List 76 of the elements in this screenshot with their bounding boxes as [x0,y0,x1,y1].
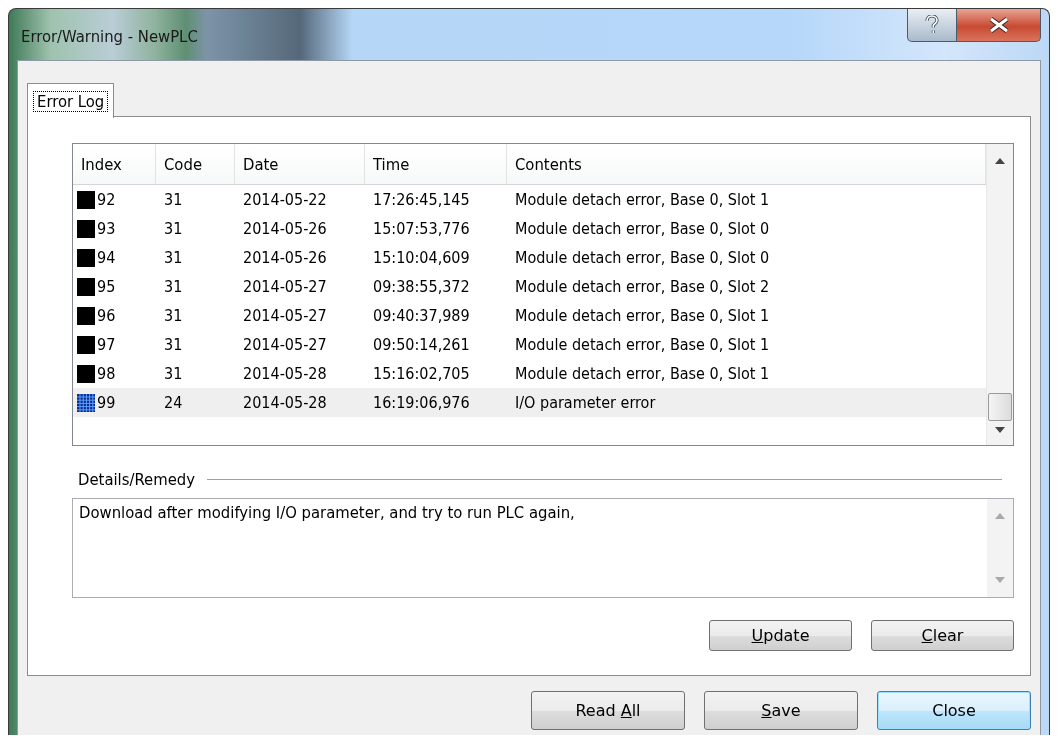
table-cell-text: 31 [163,277,184,296]
square-icon [77,364,95,383]
table-cell-text: 15:07:53,776 [372,219,471,238]
tab[interactable]: Error Log [27,83,115,118]
square-icon [77,277,95,296]
table-cell: 96 [97,306,116,325]
table-cell-text: 2014-05-28 [242,393,328,412]
table-cell: 99 [97,393,116,412]
grid-square-icon [77,393,95,412]
question-mark-icon [925,15,939,35]
clear-button[interactable]: Clear [871,620,1014,651]
table-cell-text: Module detach error, Base 0, Slot 1 [514,364,771,383]
table-cell-text: 2014-05-26 [242,219,328,238]
close-button[interactable] [957,9,1041,42]
table-cell-text: Module detach error, Base 0, Slot 1 [514,306,771,325]
table-cell-text: 09:50:14,261 [372,335,471,354]
save-button[interactable]: Save [704,691,858,730]
table-cell-text: 2014-05-27 [242,306,328,325]
log-row[interactable]: 94 31 2014-05-26 15:10:04,609 Module detach error, Base 0, Slot 0 [73,243,986,272]
table-cell-text: 2014-05-22 [242,190,328,209]
log-row[interactable]: 99 24 2014-05-28 16:19:06,976 I/O parameter error [73,388,986,417]
table-cell-text: Module detach error, Base 0, Slot 0 [514,248,771,267]
table-cell-text: 15:10:04,609 [372,248,471,267]
log-row[interactable]: 93 31 2014-05-26 15:07:53,776 Module detach error, Base 0, Slot 0 [73,214,986,243]
table-cell: 93 [97,219,116,238]
scroll-down-icon[interactable] [995,427,1005,433]
table-cell: 94 [97,248,116,267]
scroll-up-icon[interactable] [995,158,1005,164]
column-header[interactable]: Index [73,144,156,184]
table-cell: 92 [97,190,116,209]
table-cell-text: 2014-05-27 [242,277,328,296]
square-icon [77,335,95,354]
table-cell: 97 [97,335,116,354]
table-cell-text: Module detach error, Base 0, Slot 1 [514,190,771,209]
scroll-thumb[interactable] [988,393,1012,421]
table-cell-text: 31 [163,335,184,354]
log-row[interactable]: 95 31 2014-05-27 09:38:55,372 Module detach error, Base 0, Slot 2 [73,272,986,301]
close-dialog-button[interactable]: Close [877,691,1031,730]
log-row[interactable]: 92 31 2014-05-22 17:26:45,145 Module detach error, Base 0, Slot 1 [73,185,986,214]
table-cell-text: 09:38:55,372 [372,277,471,296]
table-cell-text: 31 [163,248,184,267]
log-row[interactable]: 96 31 2014-05-27 09:40:37,989 Module detach error, Base 0, Slot 1 [73,301,986,330]
close-icon [987,17,1010,33]
column-header[interactable]: Time [365,144,507,184]
table-cell-text: 31 [163,219,184,238]
log-row[interactable]: 97 31 2014-05-27 09:50:14,261 Module detach error, Base 0, Slot 1 [73,330,986,359]
square-icon [77,219,95,238]
table-cell: 98 [97,364,116,383]
table-cell-text: Module detach error, Base 0, Slot 2 [514,277,771,296]
table-cell-text: 2014-05-28 [242,364,328,383]
log-row[interactable]: 98 31 2014-05-28 15:16:02,705 Module detach error, Base 0, Slot 1 [73,359,986,388]
table-cell-text: 31 [163,364,184,383]
table-cell-text: 31 [163,306,184,325]
square-icon [77,248,95,267]
read-all-button[interactable]: Read All [531,691,685,730]
table-cell-text: 24 [163,393,184,412]
update-button[interactable]: Update [709,620,852,651]
column-header[interactable]: Code [156,144,235,184]
table-cell-text: Module detach error, Base 0, Slot 1 [514,335,771,354]
help-button[interactable] [907,9,957,42]
table-cell-text: 15:16:02,705 [372,364,471,383]
square-icon [77,190,95,209]
table-cell-text: Module detach error, Base 0, Slot 0 [514,219,771,238]
square-icon [77,306,95,325]
table-cell-text: 17:26:45,145 [372,190,471,209]
scrollbar[interactable] [986,144,1013,445]
table-cell-text: 31 [163,190,184,209]
table-cell-text: 16:19:06,976 [372,393,471,412]
column-header[interactable]: Date [235,144,365,184]
table-cell-text: 09:40:37,989 [372,306,471,325]
table-cell-text: 2014-05-27 [242,335,328,354]
table-cell: 95 [97,277,116,296]
table-cell-text: 2014-05-26 [242,248,328,267]
window-title: Error/Warning - NewPLC [20,27,198,46]
table-cell-text: I/O parameter error [514,393,657,412]
details-label: Details/Remedy [78,469,195,489]
